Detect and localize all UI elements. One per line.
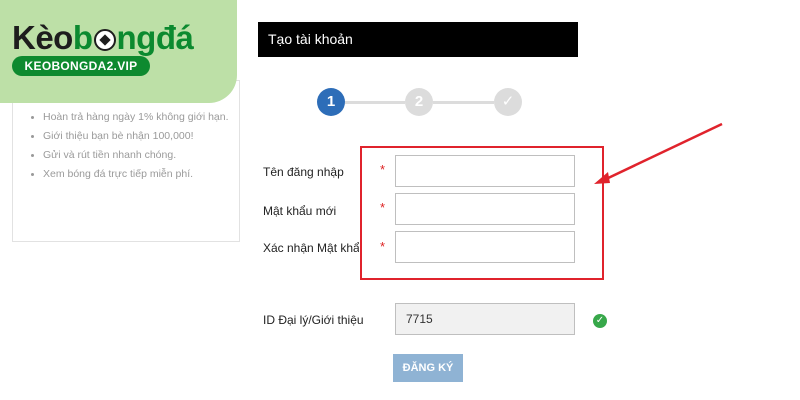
promo-item: Hoàn trả hàng ngày 1% không giới hạn. [31,111,238,124]
promo-item: Xem bóng đá trực tiếp miễn phí. [31,168,238,181]
step-2: 2 [405,88,433,116]
stepper-connector [433,101,494,104]
logo-domain: KEOBONGDA2.VIP [12,56,150,76]
step-1: 1 [317,88,345,116]
step-3-check-icon: ✓ [494,88,522,116]
register-button[interactable]: ĐĂNG KÝ [393,354,463,382]
page-title: Tạo tài khoản [268,31,353,47]
soccer-ball-icon [93,29,116,51]
site-logo: Kèob ngđá KEOBONGDA2.VIP [0,0,237,103]
promo-item: Giới thiệu bạn bè nhận 100,000! [31,130,238,143]
agent-id-input[interactable] [395,303,575,335]
agent-id-label: ID Đại lý/Giới thiệu [263,313,364,327]
annotation-arrow [594,122,723,184]
promo-item: Gửi và rút tiền nhanh chóng. [31,149,238,162]
logo-word-b: b [72,19,93,56]
page-header: Tạo tài khoản [258,22,578,57]
logo-word-keo: Kèo [12,19,73,56]
check-icon: ✓ [593,314,607,328]
username-label: Tên đăng nhập [263,165,344,179]
confirm-password-label: Xác nhận Mật khẩu [263,241,359,255]
highlight-box [360,146,604,280]
stepper-connector [345,101,405,104]
promo-list: Hoàn trả hàng ngày 1% không giới hạn. Gi… [31,111,238,187]
logo-word-ngda: ngđá [116,19,194,56]
new-password-label: Mật khẩu mới [263,204,337,218]
promo-panel: ... Hoàn trả hàng ngày 1% không giới hạn… [12,80,240,242]
logo-wordmark: Kèob ngđá [12,19,194,56]
